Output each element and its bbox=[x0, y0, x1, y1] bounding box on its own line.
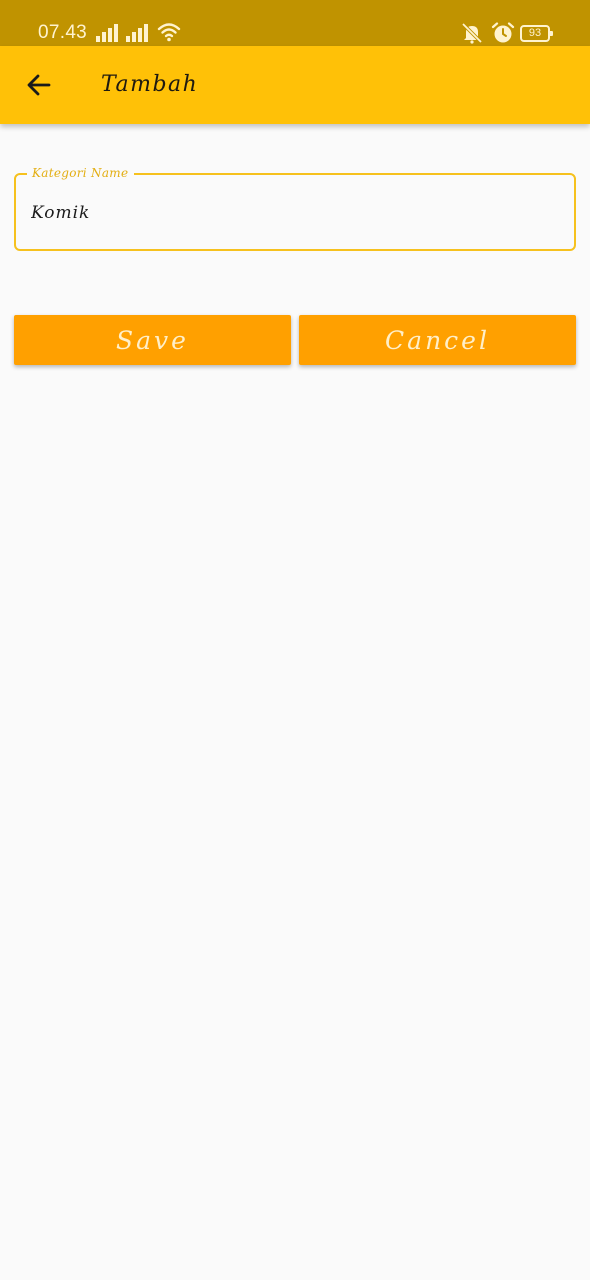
category-name-input[interactable] bbox=[31, 199, 551, 227]
signal-icon bbox=[96, 24, 118, 42]
mute-icon bbox=[461, 22, 483, 44]
arrow-back-icon bbox=[27, 74, 51, 96]
back-button[interactable] bbox=[20, 66, 58, 104]
page-title: Tambah bbox=[101, 72, 199, 97]
signal-icon bbox=[126, 24, 148, 42]
status-time: 07.43 bbox=[38, 22, 88, 43]
battery-icon: 93 bbox=[520, 25, 553, 42]
wifi-icon bbox=[157, 23, 181, 42]
save-button[interactable]: Save bbox=[14, 315, 291, 365]
alarm-icon bbox=[491, 22, 515, 43]
app-bar: Tambah bbox=[0, 46, 590, 124]
cancel-button[interactable]: Cancel bbox=[299, 315, 576, 365]
status-bar: 07.43 93 bbox=[0, 0, 590, 46]
battery-level: 93 bbox=[528, 27, 542, 39]
category-name-label: Kategori Name bbox=[27, 165, 135, 181]
category-name-field[interactable]: Kategori Name bbox=[14, 165, 576, 251]
screen: 07.43 93 Tambah Kategori Name Komik Save… bbox=[0, 0, 590, 1280]
